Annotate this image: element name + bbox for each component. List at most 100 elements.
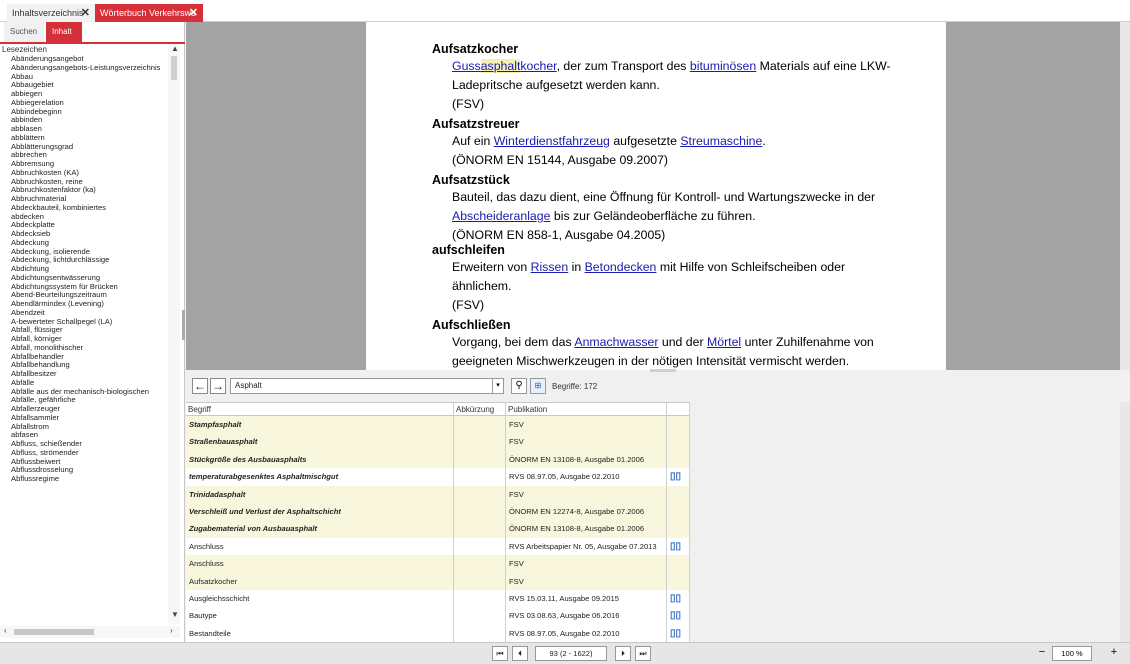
scroll-right-icon[interactable]: › bbox=[170, 626, 173, 635]
tab-inhaltsverzeichnis[interactable]: Inhaltsverzeichnis ✕ bbox=[7, 4, 95, 22]
vertical-scrollbar[interactable]: ▲ ▼ bbox=[168, 44, 180, 624]
results-scrollbar[interactable] bbox=[1120, 402, 1130, 642]
bookmark-item[interactable]: Abflussregime bbox=[0, 475, 168, 484]
bookmark-item[interactable]: Abbaugebiet bbox=[0, 81, 168, 90]
page-number-field[interactable]: 93 (2 - 1622) bbox=[535, 646, 607, 661]
bookmark-item[interactable]: Abfallbehandler bbox=[0, 353, 168, 362]
table-row[interactable]: temperaturabgesenktes Asphaltmischgut RVS… bbox=[186, 468, 690, 486]
book-icon[interactable]: ▯▯ bbox=[670, 610, 681, 621]
bookmark-item[interactable]: Abbau bbox=[0, 73, 168, 82]
bookmark-item[interactable]: Abdeckbauteil, kombiniertes bbox=[0, 204, 168, 213]
book-icon[interactable]: ▯▯ bbox=[670, 471, 681, 482]
bookmark-item[interactable]: Abdeckung bbox=[0, 239, 168, 248]
zoom-in-button[interactable]: + bbox=[1106, 646, 1122, 661]
table-row[interactable]: Straßenbauasphalt FSV bbox=[186, 433, 690, 451]
bookmark-item[interactable]: Abfallsammler bbox=[0, 414, 168, 423]
filter-button[interactable]: ⊞ bbox=[530, 378, 546, 394]
tab-search[interactable]: Suchen bbox=[4, 22, 44, 42]
bookmark-item[interactable]: Abfall, flüssiger bbox=[0, 326, 168, 335]
bookmark-item[interactable]: Abfälle aus der mechanisch-biologischen bbox=[0, 388, 168, 397]
book-icon[interactable]: ▯▯ bbox=[670, 628, 681, 639]
chevron-down-icon[interactable]: ▾ bbox=[492, 378, 504, 394]
bookmark-item[interactable]: Abfallbehandlung bbox=[0, 361, 168, 370]
bookmark-item[interactable]: A-bewerteter Schallpegel (LA) bbox=[0, 318, 168, 327]
bookmark-item[interactable]: abbinden bbox=[0, 116, 168, 125]
cross-reference-link[interactable]: Streumaschine bbox=[680, 134, 762, 148]
scroll-down-icon[interactable]: ▼ bbox=[171, 610, 179, 619]
panel-splitter-handle[interactable] bbox=[182, 310, 185, 340]
bookmark-item[interactable]: abbrechen bbox=[0, 151, 168, 160]
bookmark-item[interactable]: abdecken bbox=[0, 213, 168, 222]
bookmark-item[interactable]: Abfallerzeuger bbox=[0, 405, 168, 414]
bookmark-item[interactable]: Abbruchkosten (KA) bbox=[0, 169, 168, 178]
previous-page-button[interactable]: ⏴ bbox=[512, 646, 528, 661]
bookmark-item[interactable]: Abdecksieb bbox=[0, 230, 168, 239]
bookmark-item[interactable]: Abbindebeginn bbox=[0, 108, 168, 117]
bookmark-item[interactable]: Abbiegerelation bbox=[0, 99, 168, 108]
cross-reference-link[interactable]: bituminösen bbox=[690, 59, 756, 73]
bookmark-item[interactable]: abbiegen bbox=[0, 90, 168, 99]
scroll-up-icon[interactable]: ▲ bbox=[171, 44, 179, 53]
bookmark-item[interactable]: Abdichtungssystem für Brücken bbox=[0, 283, 168, 292]
back-button[interactable]: ← bbox=[192, 378, 208, 394]
bookmark-item[interactable]: Abdeckplatte bbox=[0, 221, 168, 230]
scroll-thumb[interactable] bbox=[171, 56, 177, 80]
bookmark-item[interactable]: Abfluss, schießender bbox=[0, 440, 168, 449]
cross-reference-link[interactable]: Mörtel bbox=[707, 335, 741, 349]
bookmark-item[interactable]: Abblätterungsgrad bbox=[0, 143, 168, 152]
cross-reference-link[interactable]: Rissen bbox=[531, 260, 569, 274]
scroll-left-icon[interactable]: ‹ bbox=[4, 626, 7, 635]
bookmark-item[interactable]: Abbruchkosten, reine bbox=[0, 178, 168, 187]
bookmark-item[interactable]: Abendlärmindex (Levening) bbox=[0, 300, 168, 309]
zoom-out-button[interactable]: − bbox=[1034, 646, 1050, 661]
cross-reference-link[interactable]: kocher bbox=[520, 59, 556, 73]
table-row[interactable]: Anschluss FSV bbox=[186, 555, 690, 573]
cross-reference-link[interactable]: Guss bbox=[452, 59, 481, 73]
first-page-button[interactable]: ⏮ bbox=[492, 646, 508, 661]
bookmark-item[interactable]: abblättern bbox=[0, 134, 168, 143]
scroll-thumb[interactable] bbox=[14, 629, 94, 635]
bookmark-item[interactable]: Abbruchkostenfaktor (ka) bbox=[0, 186, 168, 195]
tab-woerterbuch[interactable]: Wörterbuch Verkehrswe ✕ bbox=[95, 4, 203, 22]
bookmark-item[interactable]: Abdichtungsentwässerung bbox=[0, 274, 168, 283]
bookmark-item[interactable]: abfasen bbox=[0, 431, 168, 440]
cross-reference-link[interactable]: Anmachwasser bbox=[574, 335, 658, 349]
close-icon[interactable]: ✕ bbox=[189, 4, 198, 22]
bookmark-item[interactable]: Abendzeit bbox=[0, 309, 168, 318]
table-row[interactable]: Bautype RVS 03.08.63, Ausgabe 06.2016 ▯▯ bbox=[186, 607, 690, 625]
bookmark-item[interactable]: Abflussbeiwert bbox=[0, 458, 168, 467]
viewer-scrollbar[interactable] bbox=[1120, 22, 1130, 370]
bookmark-item[interactable]: Abfallbesitzer bbox=[0, 370, 168, 379]
table-row[interactable]: Aufsatzkocher FSV bbox=[186, 572, 690, 590]
next-page-button[interactable]: ⏵ bbox=[615, 646, 631, 661]
table-row[interactable]: Stückgröße des Ausbauasphalts ÖNORM EN 13… bbox=[186, 450, 690, 469]
bookmark-item[interactable]: abblasen bbox=[0, 125, 168, 134]
bookmark-item[interactable]: Abfluss, strömender bbox=[0, 449, 168, 458]
table-row[interactable]: Bestandteile RVS 08.97.05, Ausgabe 02.201… bbox=[186, 624, 690, 643]
bookmark-item[interactable]: Abfall, monolithischer bbox=[0, 344, 168, 353]
cross-reference-link[interactable]: asphalt bbox=[480, 59, 521, 73]
bookmark-item[interactable]: Abfall, körniger bbox=[0, 335, 168, 344]
bookmark-item[interactable]: Abfallstrom bbox=[0, 423, 168, 432]
bookmark-item[interactable]: Abdeckung, lichtdurchlässige bbox=[0, 256, 168, 265]
bookmark-item[interactable]: Abbremsung bbox=[0, 160, 168, 169]
bookmark-item[interactable]: Abdichtung bbox=[0, 265, 168, 274]
table-row[interactable]: Trinidadasphalt FSV bbox=[186, 485, 690, 503]
horizontal-scrollbar[interactable]: ‹ › bbox=[0, 626, 180, 638]
bookmark-item[interactable]: Abdeckung, isolierende bbox=[0, 248, 168, 257]
book-icon[interactable]: ▯▯ bbox=[670, 541, 681, 552]
table-row[interactable]: Zugabematerial von Ausbauasphalt ÖNORM EN… bbox=[186, 520, 690, 538]
cross-reference-link[interactable]: Winterdienstfahrzeug bbox=[494, 134, 610, 148]
table-row[interactable]: Anschluss RVS Arbeitspapier Nr. 05, Ausga… bbox=[186, 537, 690, 556]
bookmark-item[interactable]: Abbruchmaterial bbox=[0, 195, 168, 204]
column-header-term[interactable]: Begriff bbox=[186, 403, 454, 416]
cross-reference-link[interactable]: Betondecken bbox=[585, 260, 657, 274]
column-header-abbreviation[interactable]: Abkürzung bbox=[454, 403, 506, 416]
close-icon[interactable]: ✕ bbox=[81, 4, 90, 22]
zoom-level-field[interactable]: 100 % bbox=[1052, 646, 1092, 661]
table-row[interactable]: Verschleiß und Verlust der Asphaltschich… bbox=[186, 503, 690, 521]
forward-button[interactable]: → bbox=[210, 378, 226, 394]
bookmark-item[interactable]: Abend-Beurteilungszeitraum bbox=[0, 291, 168, 300]
bookmark-item[interactable]: Abfälle bbox=[0, 379, 168, 388]
search-button[interactable]: ⚲ bbox=[511, 378, 527, 394]
